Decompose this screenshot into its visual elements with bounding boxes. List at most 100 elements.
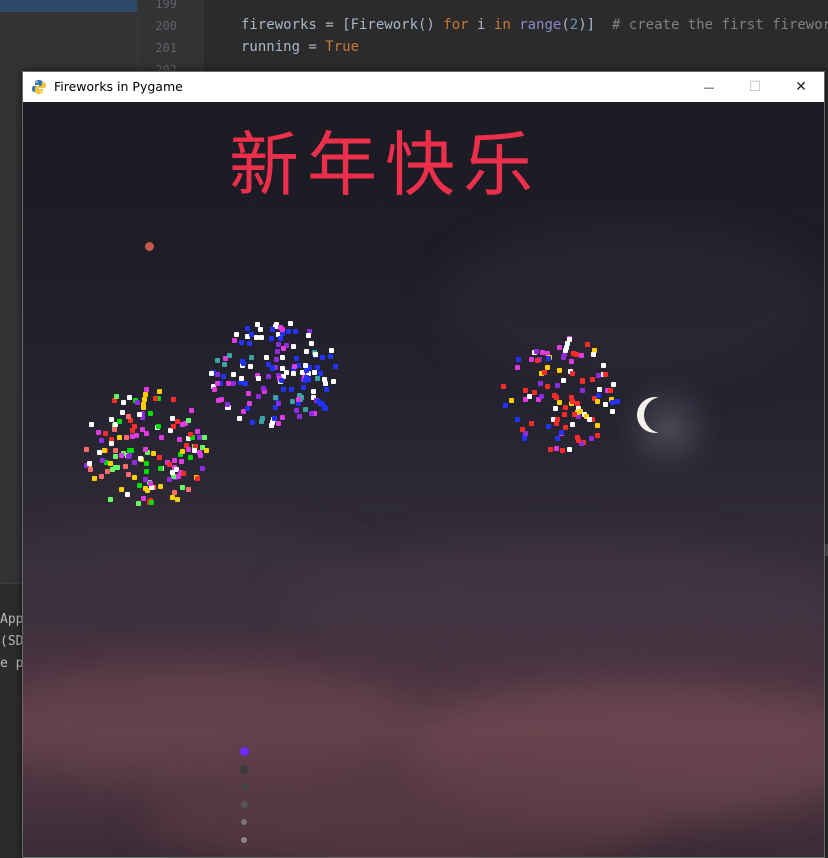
firework-particle [98, 437, 104, 443]
firework-particle [119, 486, 125, 492]
firework-particle [569, 422, 575, 428]
firework-particle [575, 435, 581, 441]
firework-particle [141, 495, 147, 501]
console-line: (SD [0, 634, 24, 649]
line-number: 201 [155, 41, 177, 55]
firework-particle [540, 349, 546, 355]
firework-particle [186, 447, 192, 453]
firework-particle [108, 440, 114, 446]
firework-particle [143, 431, 149, 436]
firework-particle [302, 407, 308, 413]
firework-particle [615, 399, 621, 405]
console-line: App [0, 612, 24, 627]
firework-particle [560, 377, 566, 383]
pygame-window[interactable]: Fireworks in Pygame — ☐ ✕ 新年快乐 [22, 71, 825, 858]
firework-particle [260, 415, 266, 421]
firework-particle [187, 455, 193, 461]
firework-particle [314, 375, 320, 381]
firework-particle [539, 393, 545, 399]
firework-particle [268, 423, 274, 429]
firework-particle [126, 471, 132, 477]
firework-particle [280, 387, 286, 393]
firework-particle [122, 464, 128, 470]
firework-particle [557, 367, 563, 373]
firework-particle [216, 397, 222, 403]
window-titlebar[interactable]: Fireworks in Pygame — ☐ ✕ [23, 72, 824, 102]
firework-particle [554, 383, 560, 389]
firework-particle [129, 428, 135, 434]
firework-particle [125, 492, 131, 498]
firework-particle [241, 361, 247, 367]
firework-particle [125, 414, 131, 420]
firework-particle [136, 483, 142, 489]
code-token: i [468, 17, 494, 33]
rocket-trail-particle [239, 765, 249, 774]
firework-particle [558, 429, 564, 435]
firework-particle [99, 458, 105, 464]
firework-particle [102, 430, 108, 436]
firework-particle [570, 370, 576, 376]
game-canvas[interactable]: 新年快乐 [23, 102, 824, 857]
firework-particle [294, 407, 300, 413]
firework-particle [294, 355, 300, 361]
firework-particle [197, 452, 203, 458]
maximize-button[interactable]: ☐ [732, 72, 778, 102]
firework-particle [528, 357, 534, 363]
firework-particle [575, 400, 581, 406]
firework-particle [535, 357, 541, 363]
firework-particle [107, 461, 113, 467]
firework-particle [246, 341, 252, 347]
code-token: True [325, 39, 360, 55]
close-button[interactable]: ✕ [778, 72, 824, 102]
firework-particle [155, 424, 161, 430]
firework-particle [119, 410, 125, 416]
firework-particle [603, 371, 609, 377]
firework-particle [601, 363, 607, 369]
firework-particle [256, 375, 262, 381]
firework-particle [247, 364, 253, 370]
firework-particle [532, 389, 538, 395]
firework-particle [107, 497, 113, 503]
firework-particle [221, 361, 227, 367]
firework-particle [516, 357, 522, 363]
firework-particle [169, 495, 175, 501]
firework-particle [580, 379, 586, 385]
firework-particle [300, 385, 306, 391]
minimize-button[interactable]: — [686, 72, 732, 102]
new-year-greeting: 新年快乐 [229, 124, 541, 206]
firework-particle [117, 419, 123, 425]
firework-particle [302, 363, 308, 369]
firework-particle [557, 345, 563, 351]
firework-particle [83, 447, 89, 453]
firework-particle [546, 423, 552, 429]
minimize-icon: — [703, 80, 715, 94]
code-line-200[interactable]: fireworks = [Firework() for i in range(2… [241, 17, 828, 33]
firework-particle [292, 364, 298, 370]
firework-particle [308, 341, 314, 347]
firework-particle [237, 415, 243, 421]
firework-particle [288, 387, 294, 393]
firework-particle [175, 497, 181, 503]
code-line-201[interactable]: running = True [241, 39, 359, 55]
firework-particle [123, 435, 129, 441]
ide-selected-row[interactable] [0, 0, 137, 12]
firework-particle [563, 425, 569, 430]
rocket-trail-particle [239, 747, 249, 756]
firework-particle [180, 471, 186, 477]
firework-particle [538, 381, 544, 387]
firework-particle [264, 355, 270, 361]
window-title: Fireworks in Pygame [54, 79, 183, 94]
firework-particle [157, 465, 163, 471]
firework-particle [595, 392, 601, 398]
firework-particle [572, 411, 578, 417]
firework-particle [523, 388, 529, 394]
firework-particle [121, 399, 127, 405]
firework-particle [561, 352, 567, 358]
firework-particle [112, 427, 118, 433]
firework-particle [113, 448, 119, 454]
firework-particle [131, 475, 137, 481]
firework-particle [563, 404, 569, 410]
firework-particle [280, 326, 286, 332]
firework-particle [312, 352, 318, 358]
